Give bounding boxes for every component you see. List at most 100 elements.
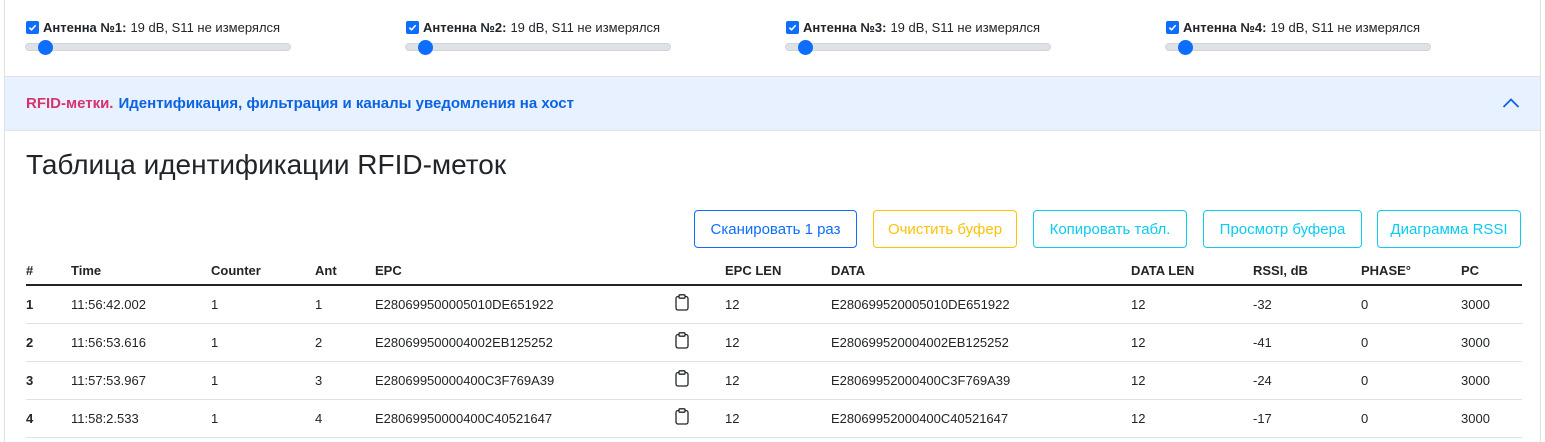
slider-track	[1165, 43, 1431, 51]
cell-counter: 1	[201, 399, 305, 438]
cell-time: 11:56:42.002	[61, 285, 201, 324]
rfid-tags-accordion: RFID-метки. Идентификация, фильтрация и …	[4, 76, 1541, 442]
col-header-phase: PHASE°	[1351, 257, 1451, 286]
antenna-panel: Антенна №1: 19 dB, S11 не измерялся Анте…	[4, 0, 1541, 76]
col-header-copy	[665, 257, 715, 286]
copy-table-button[interactable]: Копировать табл.	[1033, 210, 1187, 248]
table-row[interactable]: 4 11:58:2.533 1 4 E28069950000400C405216…	[26, 399, 1522, 438]
col-header-counter: Counter	[201, 257, 305, 286]
rssi-chart-button[interactable]: Диаграмма RSSI	[1377, 210, 1521, 248]
cell-ant: 1	[305, 285, 365, 324]
clear-buffer-button[interactable]: Очистить буфер	[873, 210, 1017, 248]
slider-thumb[interactable]	[37, 40, 53, 55]
scan-once-button[interactable]: Сканировать 1 раз	[694, 210, 857, 248]
col-header-epc-len: EPC LEN	[715, 257, 821, 286]
antenna-2-power-slider[interactable]	[405, 38, 671, 55]
cell-time: 11:57:53.967	[61, 361, 201, 400]
antenna-2: Антенна №2: 19 dB, S11 не измерялся	[405, 19, 671, 59]
col-header-pc: PC	[1451, 257, 1522, 286]
cell-copy	[665, 285, 715, 324]
check-icon	[1168, 24, 1177, 31]
cell-epc: E28069950000400C40521647	[365, 399, 665, 438]
slider-track	[405, 43, 671, 51]
antenna-3-power-slider[interactable]	[785, 38, 1051, 55]
cell-ant: 3	[305, 361, 365, 400]
slider-thumb[interactable]	[797, 40, 813, 55]
cell-pc: 3000	[1451, 285, 1522, 324]
table-header-row: # Time Counter Ant EPC EPC LEN DATA DATA…	[26, 257, 1522, 286]
cell-data-len: 12	[1121, 323, 1243, 362]
chevron-up-icon[interactable]	[1502, 96, 1520, 113]
slider-track	[785, 43, 1051, 51]
cell-data-len: 12	[1121, 399, 1243, 438]
antenna-1-name: Антенна №1:	[43, 19, 127, 35]
slider-thumb[interactable]	[1177, 40, 1193, 55]
cell-time: 11:56:53.616	[61, 323, 201, 362]
cell-index: 2	[26, 323, 61, 362]
page-title: Таблица идентификации RFID-меток	[26, 149, 507, 180]
cell-index: 3	[26, 361, 61, 400]
cell-data-len: 12	[1121, 285, 1243, 324]
cell-epc: E28069950000400C3F769A39	[365, 361, 665, 400]
cell-phase: 0	[1351, 323, 1451, 362]
antenna-3-info: 19 dB, S11 не измерялся	[890, 19, 1041, 35]
cell-counter: 1	[201, 285, 305, 324]
table-row[interactable]: 3 11:57:53.967 1 3 E28069950000400C3F769…	[26, 361, 1522, 400]
cell-epc: E280699500004002EB125252	[365, 323, 665, 362]
antenna-4-checkbox[interactable]	[1166, 20, 1179, 34]
cell-pc: 3000	[1451, 361, 1522, 400]
accordion-title: Идентификация, фильтрация и каналы уведо…	[118, 95, 574, 112]
clipboard-icon[interactable]	[675, 370, 689, 390]
view-buffer-button[interactable]: Просмотр буфера	[1203, 210, 1362, 248]
antenna-1-checkbox[interactable]	[26, 20, 39, 34]
check-icon	[408, 24, 417, 31]
cell-epc-len: 12	[715, 399, 821, 438]
antenna-4-power-slider[interactable]	[1165, 38, 1431, 55]
col-header-data-len: DATA LEN	[1121, 257, 1243, 286]
cell-data: E28069952000400C3F769A39	[821, 361, 1121, 400]
col-header-time: Time	[61, 257, 201, 286]
antenna-4-info: 19 dB, S11 не измерялся	[1270, 19, 1421, 35]
col-header-ant: Ant	[305, 257, 365, 286]
cell-epc-len: 12	[715, 323, 821, 362]
antenna-2-name: Антенна №2:	[423, 19, 507, 35]
clipboard-icon[interactable]	[675, 408, 689, 428]
cell-ant: 2	[305, 323, 365, 362]
antenna-3-name: Антенна №3:	[803, 19, 887, 35]
accordion-header[interactable]: RFID-метки. Идентификация, фильтрация и …	[5, 77, 1540, 131]
cell-ant: 4	[305, 399, 365, 438]
col-header-index: #	[26, 257, 61, 286]
col-header-epc: EPC	[365, 257, 665, 286]
cell-data: E280699520004002EB125252	[821, 323, 1121, 362]
antenna-2-checkbox[interactable]	[406, 20, 419, 34]
cell-rssi: -32	[1243, 285, 1351, 324]
slider-thumb[interactable]	[417, 40, 433, 55]
table-row[interactable]: 2 11:56:53.616 1 2 E280699500004002EB125…	[26, 323, 1522, 362]
cell-epc-len: 12	[715, 285, 821, 324]
clipboard-icon[interactable]	[675, 332, 689, 352]
antenna-4-name: Антенна №4:	[1183, 19, 1267, 35]
cell-rssi: -24	[1243, 361, 1351, 400]
cell-phase: 0	[1351, 361, 1451, 400]
cell-pc: 3000	[1451, 399, 1522, 438]
cell-index: 1	[26, 285, 61, 324]
cell-data-len: 12	[1121, 361, 1243, 400]
cell-phase: 0	[1351, 285, 1451, 324]
check-icon	[28, 24, 37, 31]
cell-counter: 1	[201, 323, 305, 362]
cell-rssi: -17	[1243, 399, 1351, 438]
clipboard-icon[interactable]	[675, 294, 689, 314]
antenna-2-info: 19 dB, S11 не измерялся	[510, 19, 661, 35]
check-icon	[788, 24, 797, 31]
cell-data: E280699520005010DE651922	[821, 285, 1121, 324]
antenna-1-info: 19 dB, S11 не измерялся	[130, 19, 281, 35]
antenna-1-power-slider[interactable]	[25, 38, 291, 55]
antenna-3-checkbox[interactable]	[786, 20, 799, 34]
cell-epc-len: 12	[715, 361, 821, 400]
antenna-1: Антенна №1: 19 dB, S11 не измерялся	[25, 19, 291, 59]
antenna-4: Антенна №4: 19 dB, S11 не измерялся	[1165, 19, 1431, 59]
col-header-rssi: RSSI, dB	[1243, 257, 1351, 286]
antenna-3: Антенна №3: 19 dB, S11 не измерялся	[785, 19, 1051, 59]
table-row[interactable]: 1 11:56:42.002 1 1 E280699500005010DE651…	[26, 285, 1522, 324]
cell-time: 11:58:2.533	[61, 399, 201, 438]
